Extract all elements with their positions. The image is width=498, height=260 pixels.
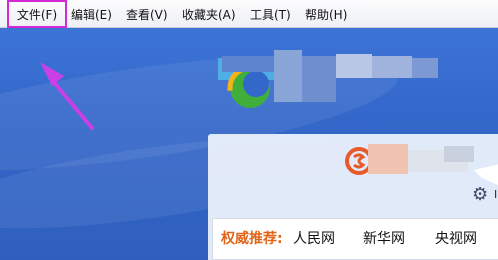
mosaic-block [368, 144, 408, 174]
menu-view[interactable]: 查看(V) [126, 0, 168, 28]
mosaic-block [274, 50, 302, 102]
arrow-annotation-icon [40, 62, 94, 130]
mosaic-block [336, 54, 372, 78]
cut-text: I [494, 188, 498, 201]
recommend-label: 权威推荐: [221, 231, 283, 247]
gear-icon[interactable]: ⚙ [472, 184, 488, 205]
mosaic-block [372, 56, 412, 78]
mosaic-block [412, 58, 438, 78]
mosaic-block [222, 56, 274, 72]
menu-favorites[interactable]: 收藏夹(A) [182, 0, 236, 28]
recommend-bar: 权威推荐: 人民网 新华网 央视网 [212, 218, 498, 260]
mosaic-block [302, 56, 336, 102]
recommend-link-xinhua[interactable]: 新华网 [363, 219, 405, 259]
menu-help[interactable]: 帮助(H) [305, 0, 347, 28]
browser-page: ⚙ I 权威推荐: 人民网 新华网 央视网 [0, 28, 498, 260]
content-panel: ⚙ I 权威推荐: 人民网 新华网 央视网 [208, 134, 498, 260]
menu-bar: 文件(F) 编辑(E) 查看(V) 收藏夹(A) 工具(T) 帮助(H) [0, 0, 498, 28]
mosaic-block [474, 164, 498, 186]
mosaic-block [444, 146, 474, 162]
menu-file[interactable]: 文件(F) [7, 0, 67, 28]
recommend-link-renmin[interactable]: 人民网 [293, 219, 335, 259]
recommend-link-cctv[interactable]: 央视网 [435, 219, 477, 259]
menu-tools[interactable]: 工具(T) [250, 0, 291, 28]
menu-edit[interactable]: 编辑(E) [71, 0, 112, 28]
